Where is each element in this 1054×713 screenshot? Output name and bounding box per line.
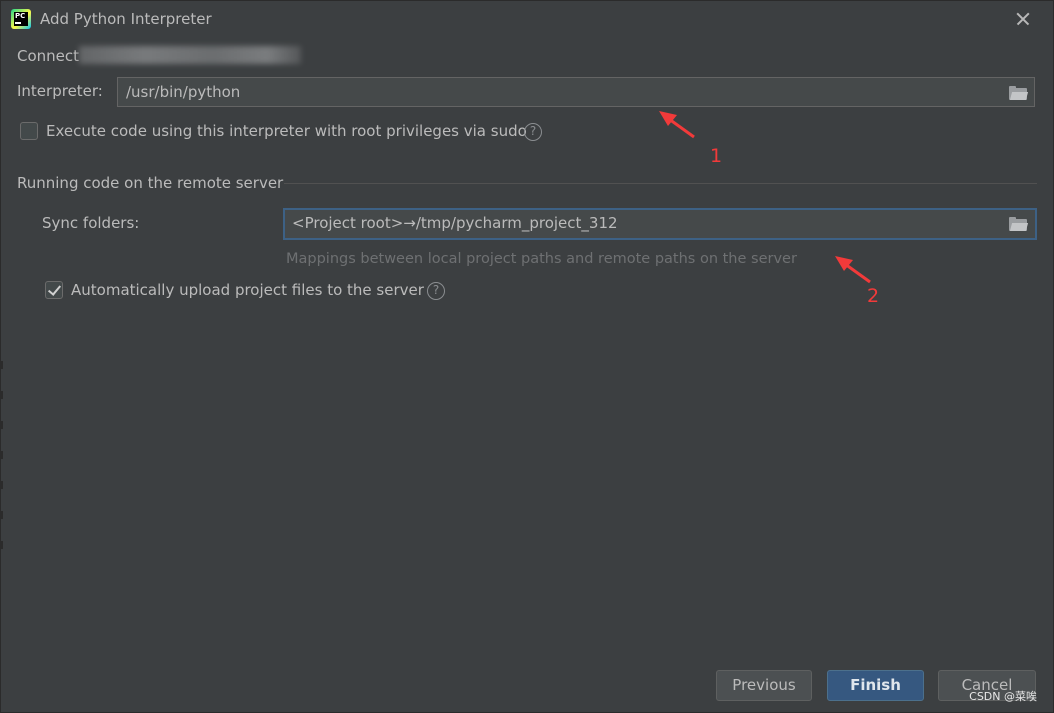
sync-folders-label: Sync folders:: [42, 214, 140, 232]
annotation-arrow-1: [659, 111, 871, 284]
previous-button[interactable]: Previous: [716, 670, 812, 701]
section-divider: [284, 183, 1037, 184]
sync-folders-field[interactable]: <Project root>→/tmp/pycharm_project_312: [283, 208, 1037, 240]
auto-upload-checkbox-label[interactable]: Automatically upload project files to th…: [71, 281, 424, 299]
watermark: CSDN @菜唉: [969, 690, 1037, 703]
annotation-label-1: 1: [710, 145, 723, 167]
remote-section-title: Running code on the remote server: [17, 174, 284, 192]
sync-folders-hint: Mappings between local project paths and…: [286, 251, 797, 267]
auto-upload-checkbox[interactable]: [45, 281, 63, 299]
auto-upload-help-icon[interactable]: ?: [427, 282, 445, 300]
browse-sync-folder-icon[interactable]: [1009, 217, 1029, 231]
finish-button[interactable]: Finish: [827, 670, 924, 701]
annotation-label-2: 2: [867, 285, 880, 307]
add-python-interpreter-dialog: PC Add Python Interpreter Connect Interp…: [0, 0, 1054, 713]
